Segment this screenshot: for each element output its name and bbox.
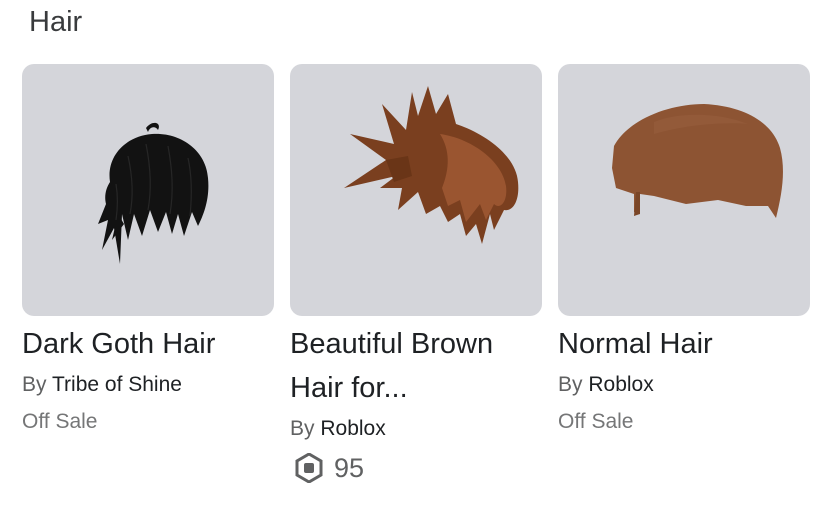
by-label: By bbox=[558, 373, 583, 396]
item-price: 95 bbox=[290, 450, 542, 486]
creator-link[interactable]: Tribe of Shine bbox=[52, 373, 182, 396]
item-creator: By Roblox bbox=[558, 367, 810, 403]
item-status: Off Sale bbox=[22, 410, 98, 433]
by-label: By bbox=[22, 373, 47, 396]
item-thumbnail[interactable] bbox=[290, 64, 542, 316]
item-status: Off Sale bbox=[558, 410, 634, 433]
item-card-dark-goth-hair[interactable]: Dark Goth Hair By Tribe of Shine Off Sal… bbox=[22, 64, 274, 440]
item-thumbnail[interactable] bbox=[558, 64, 810, 316]
normal-hair-icon bbox=[612, 104, 783, 218]
item-card-beautiful-brown-hair[interactable]: Beautiful Brown Hair for... By Roblox 95 bbox=[290, 64, 542, 486]
section-title: Hair bbox=[29, 6, 83, 38]
by-label: By bbox=[290, 417, 315, 440]
item-creator: By Roblox bbox=[290, 411, 542, 447]
item-name[interactable]: Dark Goth Hair bbox=[22, 322, 274, 366]
dark-goth-hair-icon bbox=[98, 122, 209, 264]
price-value: 95 bbox=[334, 453, 365, 483]
creator-link[interactable]: Roblox bbox=[588, 373, 653, 396]
creator-link[interactable]: Roblox bbox=[320, 417, 385, 440]
item-name[interactable]: Beautiful Brown Hair for... bbox=[290, 322, 542, 410]
item-card-normal-hair[interactable]: Normal Hair By Roblox Off Sale bbox=[558, 64, 810, 440]
beautiful-brown-hair-icon bbox=[344, 86, 519, 244]
robux-icon bbox=[295, 453, 323, 483]
item-thumbnail[interactable] bbox=[22, 64, 274, 316]
item-creator: By Tribe of Shine bbox=[22, 367, 274, 403]
item-name[interactable]: Normal Hair bbox=[558, 322, 810, 366]
